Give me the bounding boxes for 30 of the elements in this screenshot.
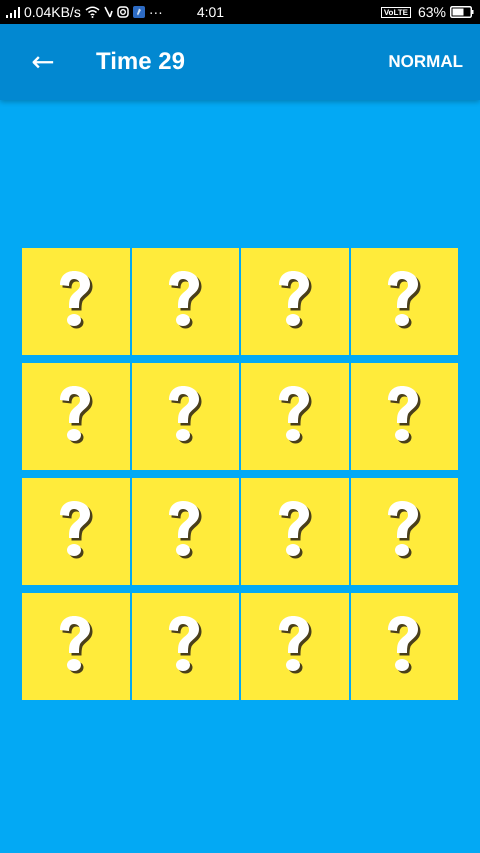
memory-card[interactable] — [350, 363, 458, 470]
signal-icon — [6, 6, 20, 18]
mode-button[interactable]: NORMAL — [388, 52, 463, 72]
memory-card[interactable] — [132, 478, 239, 585]
memory-card[interactable] — [241, 248, 348, 355]
memory-card[interactable] — [132, 593, 239, 700]
clock: 4:01 — [196, 4, 224, 20]
memory-card[interactable] — [241, 593, 348, 700]
memory-card[interactable] — [350, 593, 458, 700]
camera-icon — [116, 6, 129, 18]
memory-card[interactable] — [241, 478, 348, 585]
battery-icon — [450, 6, 474, 18]
memory-card[interactable] — [132, 248, 239, 355]
memory-card[interactable] — [350, 248, 458, 355]
network-speed: 0.04KB/s — [24, 4, 81, 20]
back-button[interactable]: ← — [28, 48, 58, 76]
memory-card[interactable] — [241, 363, 348, 470]
memory-card[interactable] — [22, 593, 130, 700]
app-icon — [132, 6, 145, 18]
volte-badge: VoLTE — [380, 6, 411, 18]
more-notifications: ··· — [148, 4, 163, 20]
slash-icon — [104, 6, 113, 18]
memory-card[interactable] — [132, 363, 239, 470]
memory-card[interactable] — [22, 363, 130, 470]
memory-card[interactable] — [22, 478, 130, 585]
battery-percent: 63% — [418, 4, 446, 20]
wifi-icon — [84, 6, 100, 18]
memory-card[interactable] — [22, 248, 130, 355]
memory-card[interactable] — [350, 478, 458, 585]
screen-title: Time 29 — [96, 48, 185, 76]
